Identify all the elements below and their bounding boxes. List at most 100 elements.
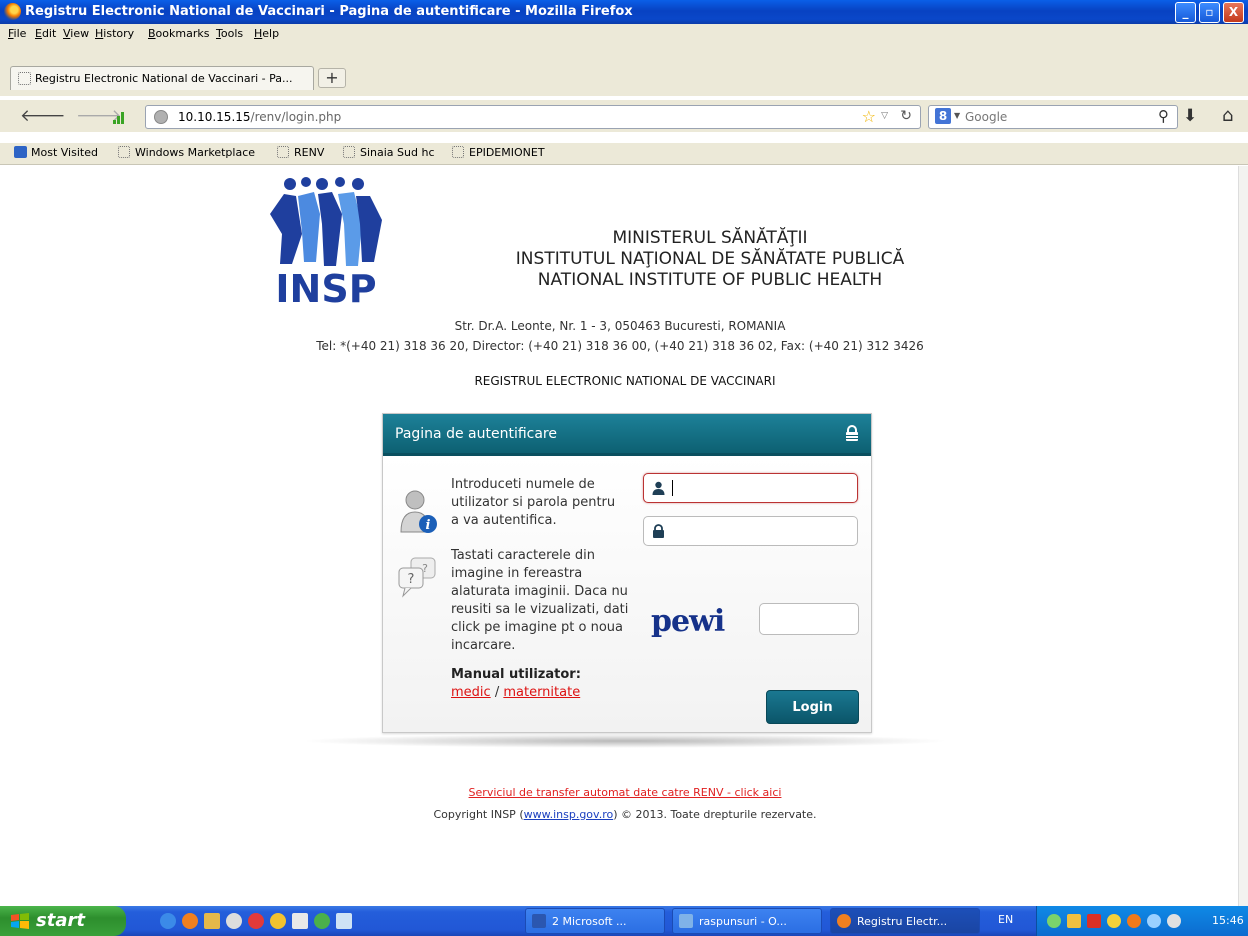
volume-icon[interactable] — [1167, 914, 1181, 928]
url-text: 10.10.15.15/renv/login.php — [178, 110, 341, 124]
paint-icon[interactable] — [226, 913, 242, 929]
back-arrow-icon[interactable]: 🡐 — [20, 106, 66, 126]
menu-help[interactable]: Help — [254, 27, 279, 40]
task-registru[interactable]: Registru Electr... — [830, 908, 980, 934]
search-bar[interactable]: 8 ▼ Google ⚲ — [928, 105, 1178, 129]
mail-icon[interactable] — [1067, 914, 1081, 928]
maximize-button[interactable]: ▫ — [1199, 2, 1220, 23]
institute-heading: MINISTERUL SĂNĂTĂŢII INSTITUTUL NAŢIONAL… — [430, 228, 990, 291]
vertical-scrollbar[interactable] — [1238, 166, 1248, 906]
folder-icon[interactable] — [204, 913, 220, 929]
password-field[interactable] — [643, 516, 858, 546]
media-icon[interactable] — [248, 913, 264, 929]
bookmark-epidemionet[interactable]: EPIDEMIONET — [452, 146, 545, 159]
login-button[interactable]: Login — [766, 690, 859, 724]
firefox-quicklaunch-icon[interactable] — [182, 913, 198, 929]
firefox-icon — [837, 914, 851, 928]
security-icon[interactable] — [1147, 914, 1161, 928]
manual-link-maternitate[interactable]: maternitate — [503, 685, 580, 700]
page-content: INSP MINISTERUL SĂNĂTĂŢII INSTITUTUL NAŢ… — [0, 166, 1238, 906]
notepad-icon[interactable] — [292, 913, 308, 929]
messenger-tray-icon[interactable] — [1107, 914, 1121, 928]
google-icon[interactable]: 8 — [935, 108, 951, 124]
search-icon[interactable]: ⚲ — [1158, 107, 1169, 125]
windows-flag-icon — [11, 913, 29, 929]
task-label: raspunsuri - O... — [699, 915, 787, 928]
new-tab-button[interactable]: + — [318, 68, 346, 88]
page-icon — [452, 146, 464, 158]
text-cursor — [672, 480, 673, 496]
reload-icon[interactable]: ↻ — [900, 108, 912, 124]
url-host: 10.10.15.15 — [178, 110, 251, 124]
manual-label: Manual utilizator: — [451, 667, 581, 682]
network-icon[interactable] — [1047, 914, 1061, 928]
home-icon[interactable]: ⌂ — [1222, 105, 1233, 126]
messenger-icon[interactable] — [270, 913, 286, 929]
task-label: Registru Electr... — [857, 915, 948, 928]
clock: 15:46 — [1212, 914, 1244, 927]
menu-file[interactable]: File — [8, 27, 26, 40]
globe-icon — [154, 110, 168, 124]
menu-tools[interactable]: Tools — [216, 27, 243, 40]
menu-bar: File Edit View History Bookmarks Tools H… — [0, 24, 1248, 44]
download-icon[interactable]: ⬇ — [1183, 106, 1197, 126]
user-info-icon: i — [400, 490, 437, 533]
manual-separator: / — [490, 685, 504, 700]
svg-text:i: i — [426, 518, 431, 533]
url-bar[interactable]: 10.10.15.15/renv/login.php ☆ ▽ ↻ — [145, 105, 921, 129]
bookmark-star-icon[interactable]: ☆ — [862, 107, 876, 126]
manual-link-medic[interactable]: medic — [451, 685, 491, 700]
url-path: /renv/login.php — [250, 110, 342, 124]
copyright: Copyright INSP (www.insp.gov.ro) © 2013.… — [330, 808, 920, 821]
svg-text:?: ? — [422, 562, 428, 575]
task-microsoft[interactable]: 2 Microsoft ... — [525, 908, 665, 934]
tab-strip: Registru Electronic National de Vaccinar… — [0, 44, 1248, 96]
captcha-image[interactable]: pewi — [651, 604, 751, 644]
page-icon — [343, 146, 355, 158]
login-panel: Pagina de autentificare i ? ? Introducet… — [382, 413, 872, 733]
minimize-button[interactable]: _ — [1175, 2, 1196, 23]
username-field[interactable] — [643, 473, 858, 503]
page-icon — [18, 72, 31, 85]
navigation-bar: 🡐 🡒 10.10.15.15/renv/login.php ☆ ▽ ↻ 8 ▼… — [0, 100, 1248, 132]
bookmark-most-visited[interactable]: Most Visited — [14, 146, 98, 159]
captcha-field[interactable] — [759, 603, 859, 635]
ie-icon[interactable] — [160, 913, 176, 929]
close-button[interactable]: X — [1223, 2, 1244, 23]
tab-label: Registru Electronic National de Vaccinar… — [35, 72, 293, 85]
panel-shadow — [300, 734, 950, 748]
most-visited-icon — [14, 146, 27, 158]
start-label: start — [36, 910, 85, 931]
update-icon[interactable] — [1127, 914, 1141, 928]
acrobat-icon[interactable] — [1087, 914, 1101, 928]
bookmark-renv[interactable]: RENV — [277, 146, 324, 159]
language-indicator[interactable]: EN — [998, 913, 1013, 926]
task-raspunsuri[interactable]: raspunsuri - O... — [672, 908, 822, 934]
task-label: 2 Microsoft ... — [552, 915, 627, 928]
start-button[interactable]: start — [0, 906, 126, 936]
menu-bookmarks[interactable]: Bookmarks — [148, 27, 209, 40]
menu-history[interactable]: History — [95, 27, 134, 40]
insp-logo: INSP — [270, 177, 382, 306]
transfer-link[interactable]: Serviciul de transfer automat date catre… — [469, 786, 782, 799]
desktop-icon[interactable] — [336, 913, 352, 929]
copyright-prefix: Copyright INSP ( — [433, 808, 524, 821]
outlook-icon — [679, 914, 693, 928]
tab-renv[interactable]: Registru Electronic National de Vaccinar… — [10, 66, 314, 90]
bookmark-windows-marketplace[interactable]: Windows Marketplace — [118, 146, 255, 159]
dropdown-arrow-icon[interactable]: ▽ — [881, 111, 888, 121]
chrome-icon[interactable] — [314, 913, 330, 929]
address-text: Str. Dr.A. Leonte, Nr. 1 - 3, 050463 Buc… — [454, 319, 786, 333]
insp-website-link[interactable]: www.insp.gov.ro — [524, 808, 614, 821]
bookmark-label: RENV — [294, 146, 325, 159]
menu-edit[interactable]: Edit — [35, 27, 56, 40]
menu-view[interactable]: View — [63, 27, 89, 40]
chevron-down-icon[interactable]: ▼ — [954, 111, 960, 120]
ministry-name: MINISTERUL SĂNĂTĂŢII — [612, 228, 808, 248]
bookmark-label: Most Visited — [31, 146, 98, 159]
contact-info: Str. Dr.A. Leonte, Nr. 1 - 3, 050463 Buc… — [230, 316, 1010, 356]
bookmark-sinaia[interactable]: Sinaia Sud hc — [343, 146, 435, 159]
captcha-instructions: Tastati caracterele din imagine in ferea… — [451, 548, 629, 653]
login-panel-body: i ? ? Introduceti numele de utilizator s… — [383, 456, 871, 732]
padlock-icon — [653, 524, 664, 538]
